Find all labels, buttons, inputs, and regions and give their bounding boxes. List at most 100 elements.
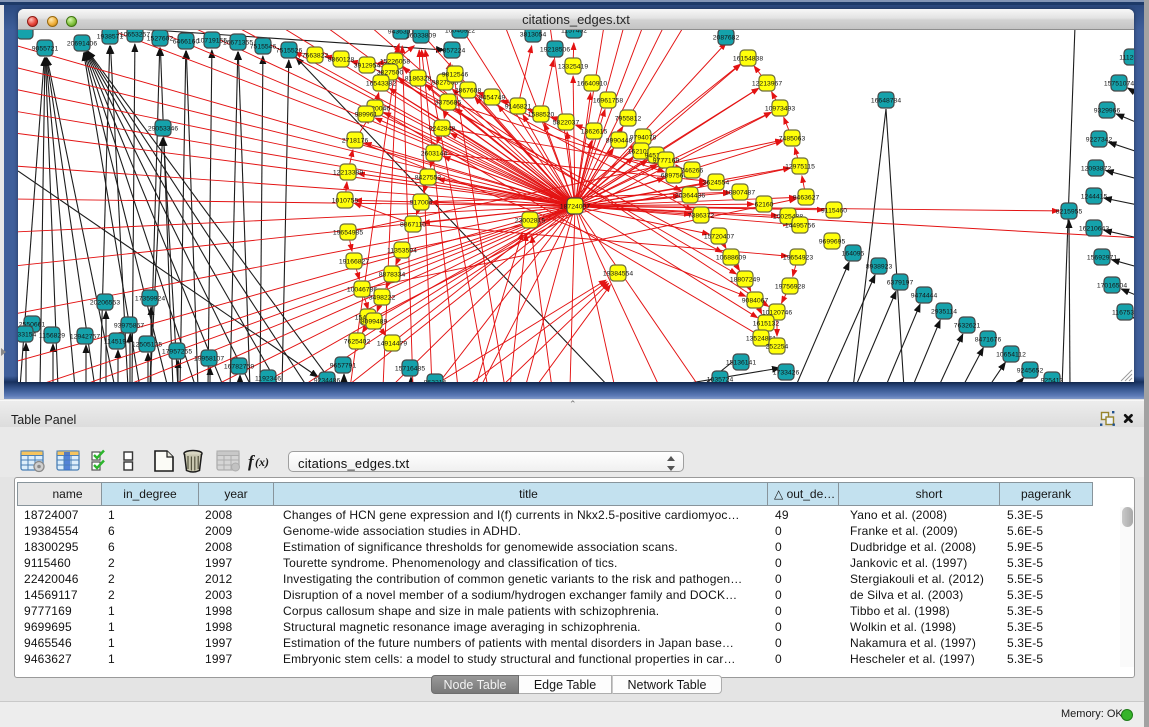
- svg-text:62160: 62160: [755, 202, 774, 209]
- svg-text:3498222: 3498222: [369, 295, 396, 302]
- svg-text:12213389: 12213389: [333, 170, 363, 177]
- svg-text:9146821: 9146821: [505, 104, 532, 111]
- svg-text:1112507: 1112507: [1119, 55, 1134, 62]
- svg-text:7386372: 7386372: [688, 213, 715, 220]
- svg-text:12213967: 12213967: [752, 81, 782, 88]
- svg-text:1615132: 1615132: [753, 321, 780, 328]
- svg-text:16671355: 16671355: [223, 40, 253, 47]
- svg-text:7955812: 7955812: [615, 116, 642, 123]
- svg-text:6379197: 6379197: [887, 280, 914, 287]
- svg-text:9657791: 9657791: [330, 363, 357, 370]
- svg-text:93975867: 93975867: [114, 323, 144, 330]
- svg-text:2718176: 2718176: [342, 138, 369, 145]
- svg-text:23002815: 23002815: [515, 218, 545, 225]
- svg-text:17016504: 17016504: [1097, 283, 1127, 290]
- svg-text:19166827: 19166827: [339, 259, 369, 266]
- svg-text:8186328: 8186328: [405, 76, 432, 83]
- svg-text:12975115: 12975115: [785, 164, 815, 171]
- svg-text:16648784: 16648784: [871, 98, 901, 105]
- svg-text:9463627: 9463627: [793, 195, 820, 202]
- svg-text:9234486: 9234486: [314, 378, 341, 383]
- svg-text:19218506: 19218506: [540, 47, 570, 54]
- svg-text:9794078: 9794078: [630, 135, 657, 142]
- svg-text:8878334: 8878334: [379, 272, 406, 279]
- svg-text:7625402: 7625402: [344, 339, 371, 346]
- svg-text:9245652: 9245652: [1017, 368, 1044, 375]
- svg-text:164095: 164095: [842, 251, 865, 258]
- svg-text:10654112: 10654112: [996, 352, 1026, 359]
- svg-text:9329966: 9329966: [1094, 108, 1121, 115]
- svg-text:1156829: 1156829: [39, 333, 65, 340]
- svg-text:1035724: 1035724: [707, 377, 734, 383]
- svg-text:(x): (x): [255, 455, 269, 469]
- svg-text:8099489: 8099489: [361, 319, 388, 326]
- svg-text:6466160: 6466160: [173, 39, 200, 46]
- svg-text:8215955: 8215955: [1056, 209, 1083, 216]
- svg-text:12942757: 12942757: [70, 334, 100, 341]
- svg-text:16961758: 16961758: [593, 98, 623, 105]
- svg-text:8990448: 8990448: [606, 138, 633, 145]
- svg-text:2867608: 2867608: [455, 88, 482, 95]
- svg-text:9777169: 9777169: [653, 158, 680, 165]
- svg-text:1157402: 1157402: [561, 30, 587, 35]
- svg-text:8938923: 8938923: [866, 264, 893, 271]
- svg-text:8454749: 8454749: [479, 95, 506, 102]
- svg-text:746266: 746266: [681, 168, 704, 175]
- svg-text:15751074: 15751074: [1104, 81, 1134, 88]
- svg-text:8471676: 8471676: [975, 337, 1002, 344]
- svg-text:9055721: 9055721: [32, 46, 59, 53]
- svg-text:14495756: 14495756: [785, 223, 815, 230]
- svg-text:10973493: 10973493: [765, 106, 795, 113]
- svg-text:11353594: 11353594: [387, 248, 417, 255]
- svg-text:9812546: 9812546: [442, 72, 469, 79]
- svg-text:18807249: 18807249: [730, 277, 760, 284]
- svg-text:863214: 863214: [424, 380, 447, 383]
- svg-text:10046786: 10046786: [347, 287, 377, 294]
- svg-text:19756928: 19756928: [775, 284, 805, 291]
- svg-text:2087682: 2087682: [713, 35, 740, 42]
- svg-text:15692971: 15692971: [1087, 255, 1117, 262]
- svg-text:2935114: 2935114: [931, 309, 957, 316]
- svg-text:14914479: 14914479: [377, 341, 407, 348]
- svg-text:1588520: 1588520: [528, 112, 555, 119]
- svg-text:19384554: 19384554: [603, 271, 633, 278]
- svg-text:7485063: 7485063: [779, 136, 806, 143]
- svg-text:933154: 933154: [18, 332, 37, 339]
- svg-text:8867110: 8867110: [400, 222, 426, 229]
- svg-text:29053346: 29053346: [148, 126, 178, 133]
- svg-text:16210643: 16210643: [1079, 226, 1109, 233]
- svg-text:19654985: 19654985: [333, 230, 363, 237]
- svg-text:10653257: 10653257: [120, 32, 150, 39]
- svg-text:12093872: 12093872: [1081, 166, 1111, 173]
- svg-text:20364436: 20364436: [675, 193, 705, 200]
- svg-text:3813054: 3813054: [520, 32, 547, 39]
- svg-text:3375685: 3375685: [435, 100, 462, 107]
- svg-text:989961: 989961: [355, 112, 378, 119]
- svg-text:1362615: 1362615: [581, 129, 608, 136]
- svg-text:8860128: 8860128: [328, 57, 355, 64]
- svg-text:17359924: 17359924: [135, 296, 165, 303]
- svg-text:9242848: 9242848: [429, 126, 456, 133]
- svg-text:9699695: 9699695: [819, 239, 846, 246]
- svg-text:8427552: 8427552: [415, 175, 442, 182]
- svg-text:1733426: 1733426: [773, 370, 800, 377]
- svg-text:13325419: 13325419: [558, 64, 588, 71]
- svg-text:10807487: 10807487: [725, 190, 755, 197]
- svg-text:252254: 252254: [766, 344, 789, 351]
- svg-text:15716485: 15716485: [395, 366, 425, 373]
- svg-text:19654923: 19654923: [783, 255, 813, 262]
- svg-text:16543382: 16543382: [366, 81, 396, 88]
- svg-text:1527602: 1527602: [147, 36, 174, 43]
- svg-text:7515526: 7515526: [276, 48, 303, 55]
- svg-text:20691406: 20691406: [67, 41, 97, 48]
- svg-text:12505135: 12505135: [132, 342, 162, 349]
- svg-text:1192346: 1192346: [255, 376, 281, 383]
- svg-text:7663822: 7663822: [302, 53, 329, 60]
- svg-text:15720407: 15720407: [704, 234, 734, 241]
- svg-text:917004: 917004: [410, 200, 433, 207]
- svg-text:9115460: 9115460: [821, 208, 847, 215]
- svg-text:3912954: 3912954: [354, 63, 381, 70]
- svg-text:16154838: 16154838: [733, 56, 763, 63]
- svg-text:16033809: 16033809: [406, 33, 436, 40]
- svg-text:17957255: 17957255: [162, 349, 192, 356]
